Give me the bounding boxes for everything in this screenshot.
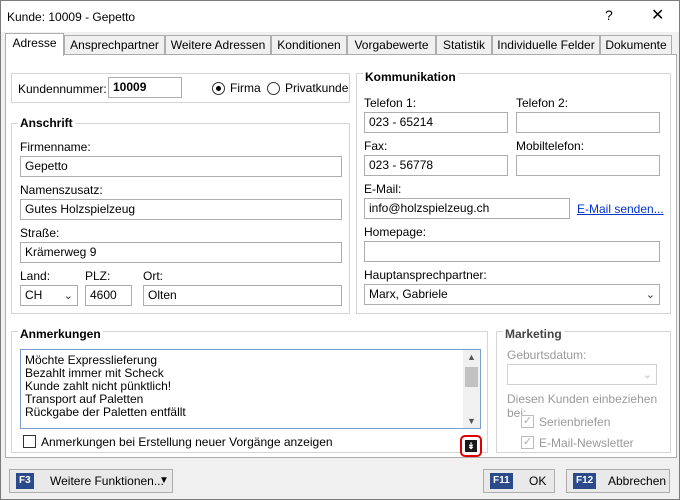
- marketing-group-title: Marketing: [503, 327, 564, 341]
- phone2-field[interactable]: [516, 112, 660, 133]
- homepage-label: Homepage:: [364, 225, 427, 239]
- ok-label: OK: [529, 474, 547, 488]
- title-bar: Kunde: 10009 - Gepetto ? ✕: [1, 1, 679, 32]
- radio-privatkunde-label[interactable]: Privatkunde: [285, 81, 348, 95]
- company-name-field[interactable]: Gepetto: [20, 156, 342, 177]
- scroll-up-icon[interactable]: ▲: [467, 352, 476, 362]
- address-group-title: Anschrift: [18, 116, 75, 130]
- notes-group-title: Anmerkungen: [18, 327, 103, 341]
- communication-group-title: Kommunikation: [363, 70, 458, 84]
- show-notes-label[interactable]: Anmerkungen bei Erstellung neuer Vorgäng…: [41, 435, 333, 449]
- customer-number-field[interactable]: 10009: [108, 77, 182, 98]
- chevron-down-icon: ⌄: [645, 289, 655, 301]
- fax-label: Fax:: [364, 139, 388, 153]
- scroll-thumb[interactable]: [465, 367, 478, 387]
- notes-line: Rückgabe der Paletten entfällt: [25, 405, 186, 419]
- f12-key-badge: F12: [573, 473, 597, 489]
- radio-selected-dot: [216, 86, 221, 91]
- notes-line: Transport auf Paletten: [25, 392, 144, 406]
- window-title: Kunde: 10009 - Gepetto: [7, 10, 136, 24]
- newsletter-label: E-Mail-Newsletter: [539, 436, 634, 450]
- dropdown-arrow-icon: ▼: [159, 475, 169, 486]
- mobile-label: Mobiltelefon:: [516, 139, 585, 153]
- main-contact-label: Hauptansprechpartner:: [364, 268, 487, 282]
- expand-notes-button[interactable]: ↡: [460, 435, 482, 457]
- double-chevron-down-icon: ↡: [465, 440, 477, 452]
- city-field[interactable]: Olten: [143, 285, 342, 306]
- phone2-label: Telefon 2:: [516, 96, 569, 110]
- country-value: CH: [25, 288, 43, 302]
- phone1-field[interactable]: 023 - 65214: [364, 112, 508, 133]
- notes-line: Möchte Expresslieferung: [25, 353, 158, 367]
- radio-firma[interactable]: [212, 82, 225, 95]
- notes-line: Kunde zahlt nicht pünktlich!: [25, 379, 172, 393]
- fax-field[interactable]: 023 - 56778: [364, 155, 508, 176]
- f11-key-badge: F11: [490, 473, 513, 489]
- phone1-label: Telefon 1:: [364, 96, 417, 110]
- main-contact-value: Marx, Gabriele: [369, 287, 448, 301]
- email-label: E-Mail:: [364, 182, 402, 196]
- tab-konditionen[interactable]: Konditionen: [271, 35, 347, 55]
- communication-group: Kommunikation Telefon 1: 023 - 65214 Tel…: [356, 70, 671, 314]
- radio-firma-label[interactable]: Firma: [230, 81, 261, 95]
- cancel-label: Abbrechen: [608, 474, 667, 488]
- help-button[interactable]: ?: [605, 7, 613, 23]
- customer-number-label: Kundennummer:: [18, 82, 107, 96]
- tab-weitere-adressen[interactable]: Weitere Adressen: [165, 35, 271, 55]
- email-field[interactable]: info@holzspielzeug.ch: [364, 198, 570, 219]
- chevron-down-icon: ⌄: [642, 369, 652, 381]
- close-button[interactable]: ✕: [651, 5, 664, 25]
- tab-ansprechpartner[interactable]: Ansprechpartner: [64, 35, 165, 55]
- notes-scrollbar[interactable]: ▲ ▼: [463, 350, 480, 428]
- street-field[interactable]: Krämerweg 9: [20, 242, 342, 263]
- ok-button[interactable]: F11 OK: [483, 469, 555, 493]
- birthday-label: Geburtsdatum:: [507, 348, 587, 362]
- tab-statistik[interactable]: Statistik: [436, 35, 492, 55]
- tab-adresse[interactable]: Adresse: [5, 33, 64, 56]
- zip-field[interactable]: 4600: [85, 285, 132, 306]
- notes-line: Bezahlt immer mit Scheck: [25, 366, 164, 380]
- chevron-down-icon: ⌄: [63, 290, 73, 302]
- street-label: Straße:: [20, 226, 60, 240]
- serial-letters-checkbox: ✓: [521, 415, 534, 428]
- customer-number-group: Kundennummer: 10009 Firma Privatkunde: [11, 73, 350, 103]
- birthday-select: ⌄: [507, 364, 657, 385]
- scroll-down-icon[interactable]: ▼: [467, 416, 476, 426]
- email-send-link[interactable]: E-Mail senden...: [577, 202, 664, 216]
- city-label: Ort:: [143, 269, 163, 283]
- tab-dokumente[interactable]: Dokumente: [600, 35, 672, 55]
- main-contact-select[interactable]: Marx, Gabriele ⌄: [364, 284, 660, 305]
- country-label: Land:: [20, 269, 51, 283]
- cancel-button[interactable]: F12 Abbrechen: [566, 469, 670, 493]
- button-bar: F3 Weitere Funktionen... ▼ F11 OK F12 Ab…: [1, 461, 679, 499]
- zip-label: PLZ:: [85, 269, 111, 283]
- tab-bar: Adresse Ansprechpartner Weitere Adressen…: [5, 33, 677, 56]
- tab-content-adresse: Kundennummer: 10009 Firma Privatkunde An…: [5, 54, 677, 458]
- show-notes-checkbox[interactable]: [23, 435, 36, 448]
- customer-dialog: Kunde: 10009 - Gepetto ? ✕ Adresse Anspr…: [0, 0, 680, 500]
- radio-privatkunde[interactable]: [267, 82, 280, 95]
- tab-vorgabewerte[interactable]: Vorgabewerte: [347, 35, 436, 55]
- name-addition-label: Namenszusatz:: [20, 183, 103, 197]
- company-name-label: Firmenname:: [20, 140, 91, 154]
- tab-individuelle-felder[interactable]: Individuelle Felder: [492, 35, 600, 55]
- mobile-field[interactable]: [516, 155, 660, 176]
- address-group: Anschrift Firmenname: Gepetto Namenszusa…: [11, 116, 350, 314]
- f3-key-badge: F3: [16, 473, 34, 489]
- more-functions-button[interactable]: F3 Weitere Funktionen... ▼: [9, 469, 173, 493]
- newsletter-checkbox: ✓: [521, 436, 534, 449]
- marketing-group: Marketing Geburtsdatum: ⌄ Diesen Kunden …: [496, 327, 671, 453]
- serial-letters-label: Serienbriefen: [539, 415, 611, 429]
- more-functions-label: Weitere Funktionen...: [50, 474, 164, 488]
- homepage-field[interactable]: [364, 241, 660, 262]
- name-addition-field[interactable]: Gutes Holzspielzeug: [20, 199, 342, 220]
- country-select[interactable]: CH ⌄: [20, 285, 78, 306]
- notes-textarea[interactable]: Möchte Expresslieferung Bezahlt immer mi…: [20, 349, 481, 429]
